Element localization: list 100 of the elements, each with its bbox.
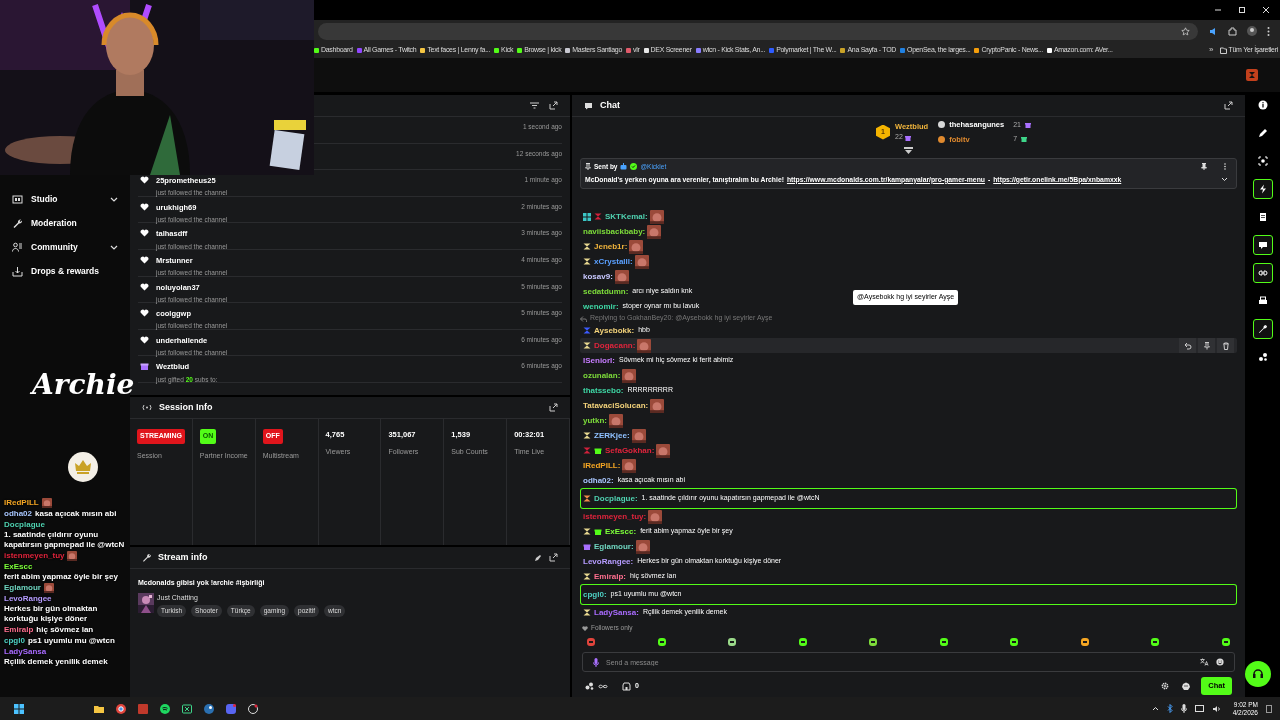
username[interactable]: SKTKemal: xyxy=(605,211,648,222)
username[interactable]: SefaGokhan: xyxy=(605,445,655,456)
bot-icon xyxy=(620,163,628,171)
sidebar-item[interactable]: Studio xyxy=(31,192,58,206)
username[interactable]: thatssebo: xyxy=(583,385,624,396)
rail-button[interactable] xyxy=(1252,179,1273,199)
avatar-icon[interactable] xyxy=(1247,26,1257,36)
store-icon[interactable] xyxy=(622,681,631,691)
scroll-down-icon[interactable] xyxy=(904,147,913,154)
username[interactable]: Eglamour: xyxy=(594,541,634,552)
username[interactable]: istenmeyen_tuy: xyxy=(583,511,647,522)
username[interactable]: wenomir: xyxy=(583,301,619,312)
browser-icon[interactable] xyxy=(116,703,126,714)
username[interactable]: TatavaciSolucan: xyxy=(583,400,649,411)
sidebar-item[interactable]: Moderation xyxy=(31,216,77,230)
username[interactable]: IRedPILL: xyxy=(583,460,621,471)
emote-icon[interactable] xyxy=(1079,637,1090,647)
username[interactable]: kosav9: xyxy=(583,271,613,282)
chevron-down-icon[interactable] xyxy=(110,196,118,202)
username[interactable]: Emiralp: xyxy=(594,571,626,582)
broadcast-icon xyxy=(142,404,152,411)
popout-icon[interactable] xyxy=(549,101,558,110)
translate-icon[interactable] xyxy=(1200,658,1209,666)
emote-icon[interactable] xyxy=(938,637,949,647)
overlay-chat-text: 1. saatinde çıldırır oyunu kapatırsın gapmepad ile @wtcN xyxy=(4,530,126,550)
music-icon[interactable] xyxy=(160,703,170,714)
trash-button[interactable] xyxy=(1217,338,1234,353)
username[interactable]: yutkn: xyxy=(583,415,607,426)
pin-button[interactable] xyxy=(1198,338,1215,353)
username[interactable]: LadySansa: xyxy=(594,607,639,618)
username[interactable]: odha02: xyxy=(583,475,614,486)
restore-icon[interactable] xyxy=(1238,6,1246,14)
rail-button[interactable] xyxy=(1252,319,1273,339)
emote-icon[interactable] xyxy=(1009,637,1020,647)
username[interactable]: Aysebokk: xyxy=(594,325,635,336)
heart-icon xyxy=(140,335,149,344)
discord-icon[interactable] xyxy=(226,703,236,714)
chevron-down-icon[interactable] xyxy=(110,244,118,250)
username[interactable]: ExEscc: xyxy=(605,526,637,537)
username[interactable]: LevoRangee: xyxy=(583,556,634,567)
sidebar-item[interactable]: Community xyxy=(31,240,78,254)
emote-icon[interactable] xyxy=(1220,637,1231,647)
rail-button[interactable] xyxy=(1252,263,1273,283)
gift-icon xyxy=(1025,121,1031,128)
overlay-username: IRedPILL xyxy=(4,498,39,508)
overlay-username: ExEscc xyxy=(4,562,33,572)
settings-icon[interactable] xyxy=(1161,682,1170,690)
popout-icon[interactable] xyxy=(549,403,558,412)
panel-title: Chat xyxy=(600,98,620,112)
username[interactable]: sedatdumn: xyxy=(583,286,629,297)
overlay-username: istenmeyen_tuy xyxy=(4,551,65,561)
popout-icon[interactable] xyxy=(549,553,558,562)
game-controller-icon[interactable] xyxy=(182,703,192,714)
emote-icon[interactable] xyxy=(656,637,667,647)
emote-icon[interactable] xyxy=(1150,637,1161,647)
username[interactable]: cpgl0: xyxy=(583,589,607,600)
heart-icon xyxy=(140,309,149,318)
username[interactable]: naviisbackbaby: xyxy=(583,226,646,237)
pin-icon[interactable] xyxy=(1201,163,1207,171)
chevron-down-icon[interactable] xyxy=(1221,177,1228,183)
undo-icon xyxy=(1183,341,1192,350)
menu-icon[interactable] xyxy=(1267,26,1270,36)
filter-icon[interactable] xyxy=(530,102,539,109)
chevron-up-icon[interactable] xyxy=(1151,706,1159,711)
username[interactable]: Jeneb1r: xyxy=(594,241,628,252)
undo-button[interactable] xyxy=(1179,338,1196,353)
emote-icon[interactable] xyxy=(797,637,808,647)
site-logo-icon[interactable] xyxy=(1246,69,1258,81)
edit-icon[interactable] xyxy=(534,553,542,562)
username[interactable]: ZERKjee: xyxy=(594,430,630,441)
printer-icon xyxy=(1257,296,1268,306)
app-icon[interactable] xyxy=(248,703,258,714)
emote-icon[interactable] xyxy=(868,637,879,647)
bluetooth-icon[interactable] xyxy=(1166,704,1173,713)
username[interactable]: Docplague: xyxy=(594,493,638,504)
wrench-icon xyxy=(1257,324,1268,334)
more-bookmarks[interactable]: » xyxy=(1209,44,1214,56)
audio-icon[interactable] xyxy=(1208,26,1218,36)
folder-icon[interactable] xyxy=(1219,46,1227,54)
star-icon[interactable] xyxy=(1181,26,1190,36)
overlay-username: Emiralp xyxy=(4,625,34,635)
username[interactable]: ozunalan: xyxy=(583,370,621,381)
microphone-icon[interactable] xyxy=(1180,704,1187,713)
username[interactable]: xCrystalll: xyxy=(594,256,633,267)
emoji-icon[interactable] xyxy=(1216,658,1224,666)
panel-title: Session Info xyxy=(159,400,213,414)
close-icon[interactable] xyxy=(1262,6,1270,14)
monitor-icon[interactable] xyxy=(1194,704,1204,713)
folder-icon[interactable] xyxy=(94,703,104,714)
rail-button[interactable] xyxy=(1252,235,1273,255)
microphone-icon[interactable] xyxy=(593,657,599,667)
popout-icon[interactable] xyxy=(1224,101,1233,110)
username[interactable]: ISeniorI: xyxy=(583,355,615,366)
minimize-icon[interactable] xyxy=(1214,6,1222,14)
sidebar-item[interactable]: Drops & rewards xyxy=(31,264,100,278)
overlay-chat-text: hiç sövmez lan xyxy=(36,625,94,635)
emote-icon[interactable] xyxy=(727,637,738,647)
steam-icon[interactable] xyxy=(204,703,214,714)
start-icon[interactable] xyxy=(14,703,24,714)
speaker-icon[interactable] xyxy=(1211,704,1221,713)
